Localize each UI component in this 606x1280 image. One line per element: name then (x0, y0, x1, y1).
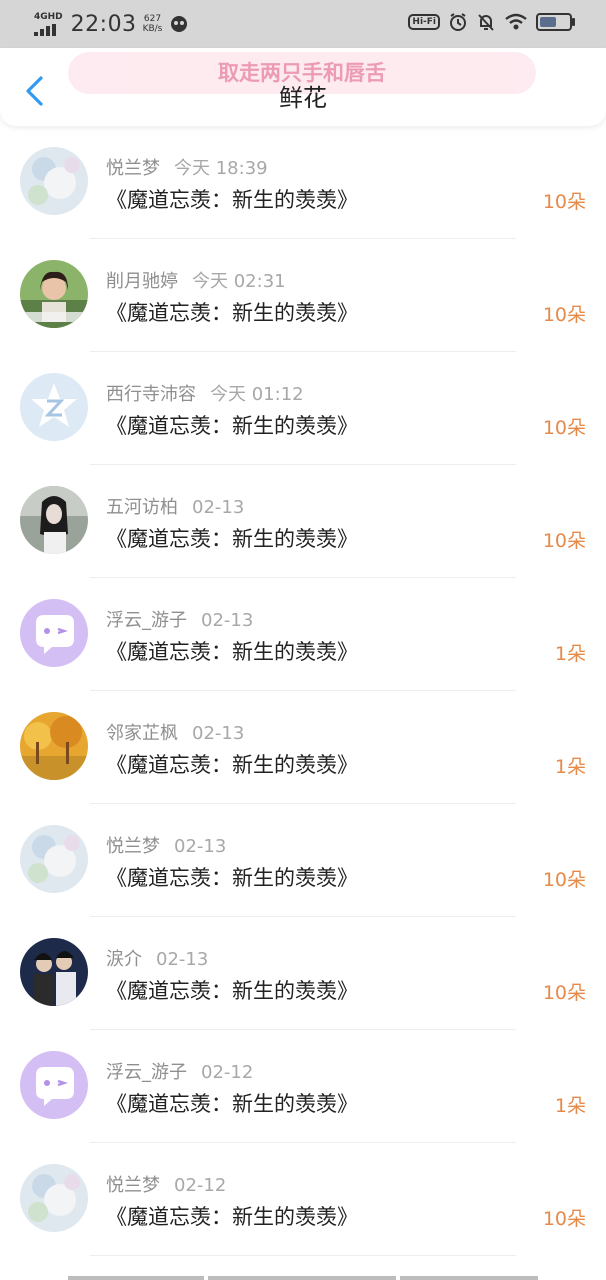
network-indicator: 4GHD (34, 11, 63, 36)
user-name[interactable]: 悦兰梦 (106, 836, 160, 857)
costume-avatar[interactable] (20, 938, 88, 1006)
network-speed: 627 KB/s (143, 14, 163, 34)
flower-count: 10朵 (542, 304, 586, 326)
signal-icon (34, 23, 56, 36)
floral-avatar[interactable] (20, 1164, 88, 1232)
work-title[interactable]: 《魔道忘羡：新生的羡羡》 (106, 975, 358, 1005)
gift-time: 02-13 (174, 836, 227, 857)
floral-avatar[interactable] (20, 147, 88, 215)
work-title[interactable]: 《魔道忘羡：新生的羡羡》 (106, 636, 358, 666)
flower-count: 10朵 (542, 982, 586, 1004)
user-name[interactable]: 浮云_游子 (106, 1062, 187, 1083)
gift-time: 02-12 (174, 1175, 227, 1196)
autumn-trees-avatar[interactable] (20, 712, 88, 780)
network-type: 4GHD (34, 11, 63, 22)
clock: 22:03 (70, 11, 137, 37)
flower-count: 10朵 (542, 1208, 586, 1230)
gift-time: 02-13 (201, 610, 254, 631)
flower-count: 1朵 (554, 643, 586, 665)
default-z-avatar[interactable] (20, 373, 88, 441)
gift-time: 今天 01:12 (210, 384, 304, 405)
header: 取走两只手和唇舌 鲜花 (0, 48, 606, 126)
purple-chat-avatar[interactable] (20, 599, 88, 667)
flower-count: 10朵 (542, 869, 586, 891)
list-item[interactable]: 悦兰梦 02-13 《魔道忘羡：新生的羡羡》 10朵 (0, 804, 606, 917)
alarm-icon (450, 13, 466, 31)
work-title[interactable]: 《魔道忘羡：新生的羡羡》 (106, 1201, 358, 1231)
gift-time: 今天 18:39 (174, 158, 268, 179)
speed-value: 627 (143, 14, 162, 24)
user-name[interactable]: 邻家芷枫 (106, 723, 178, 744)
list-item[interactable]: 西行寺沛容 今天 01:12 《魔道忘羡：新生的羡羡》 10朵 (0, 352, 606, 465)
list-item[interactable]: 五河访柏 02-13 《魔道忘羡：新生的羡羡》 10朵 (0, 465, 606, 578)
bottom-toolbar-edge (0, 1270, 606, 1280)
speed-unit: KB/s (142, 24, 163, 34)
user-name[interactable]: 悦兰梦 (106, 158, 160, 179)
list-item[interactable]: 悦兰梦 今天 18:39 《魔道忘羡：新生的羡羡》 10朵 (0, 126, 606, 239)
list-item[interactable]: 浮云_游子 02-13 《魔道忘羡：新生的羡羡》 1朵 (0, 578, 606, 691)
hifi-badge: Hi-Fi (408, 14, 440, 30)
flower-count: 1朵 (554, 1095, 586, 1117)
flower-count: 1朵 (554, 756, 586, 778)
page-title: 鲜花 (279, 84, 327, 112)
flower-list: 悦兰梦 今天 18:39 《魔道忘羡：新生的羡羡》 10朵 削月驰婷 今天 02:3… (0, 126, 606, 1256)
work-title[interactable]: 《魔道忘羡：新生的羡羡》 (106, 297, 358, 327)
gift-time: 02-13 (192, 723, 245, 744)
mute-bell-icon (478, 14, 494, 31)
list-item[interactable]: 浮云_游子 02-12 《魔道忘羡：新生的羡羡》 1朵 (0, 1030, 606, 1143)
app-notification-icon (171, 16, 188, 32)
work-title[interactable]: 《魔道忘羡：新生的羡羡》 (106, 749, 358, 779)
wifi-icon (505, 13, 527, 30)
floral-avatar[interactable] (20, 825, 88, 893)
work-title[interactable]: 《魔道忘羡：新生的羡羡》 (106, 862, 358, 892)
work-title[interactable]: 《魔道忘羡：新生的羡羡》 (106, 1088, 358, 1118)
flower-count: 10朵 (542, 417, 586, 439)
work-title[interactable]: 《魔道忘羡：新生的羡羡》 (106, 523, 358, 553)
list-item[interactable]: 悦兰梦 02-12 《魔道忘羡：新生的羡羡》 10朵 (0, 1143, 606, 1256)
user-name[interactable]: 西行寺沛容 (106, 384, 196, 405)
work-title[interactable]: 《魔道忘羡：新生的羡羡》 (106, 184, 358, 214)
gift-time: 02-13 (192, 497, 245, 518)
user-name[interactable]: 涙介 (106, 949, 142, 970)
gift-time: 02-13 (156, 949, 209, 970)
purple-chat-avatar[interactable] (20, 1051, 88, 1119)
list-item[interactable]: 邻家芷枫 02-13 《魔道忘羡：新生的羡羡》 1朵 (0, 691, 606, 804)
list-item[interactable]: 削月驰婷 今天 02:31 《魔道忘羡：新生的羡羡》 10朵 (0, 239, 606, 352)
list-item[interactable]: 涙介 02-13 《魔道忘羡：新生的羡羡》 10朵 (0, 917, 606, 1030)
gift-time: 今天 02:31 (192, 271, 286, 292)
gift-time: 02-12 (201, 1062, 254, 1083)
flower-count: 10朵 (542, 191, 586, 213)
user-name[interactable]: 五河访柏 (106, 497, 178, 518)
user-name[interactable]: 浮云_游子 (106, 610, 187, 631)
battery-icon (536, 13, 575, 31)
girl-bw-avatar[interactable] (20, 486, 88, 554)
user-name[interactable]: 悦兰梦 (106, 1175, 160, 1196)
girl-photo-avatar[interactable] (20, 260, 88, 328)
status-bar: 4GHD 22:03 627 KB/s Hi-Fi (0, 0, 606, 48)
work-title[interactable]: 《魔道忘羡：新生的羡羡》 (106, 410, 358, 440)
flower-count: 10朵 (542, 530, 586, 552)
user-name[interactable]: 削月驰婷 (106, 271, 178, 292)
